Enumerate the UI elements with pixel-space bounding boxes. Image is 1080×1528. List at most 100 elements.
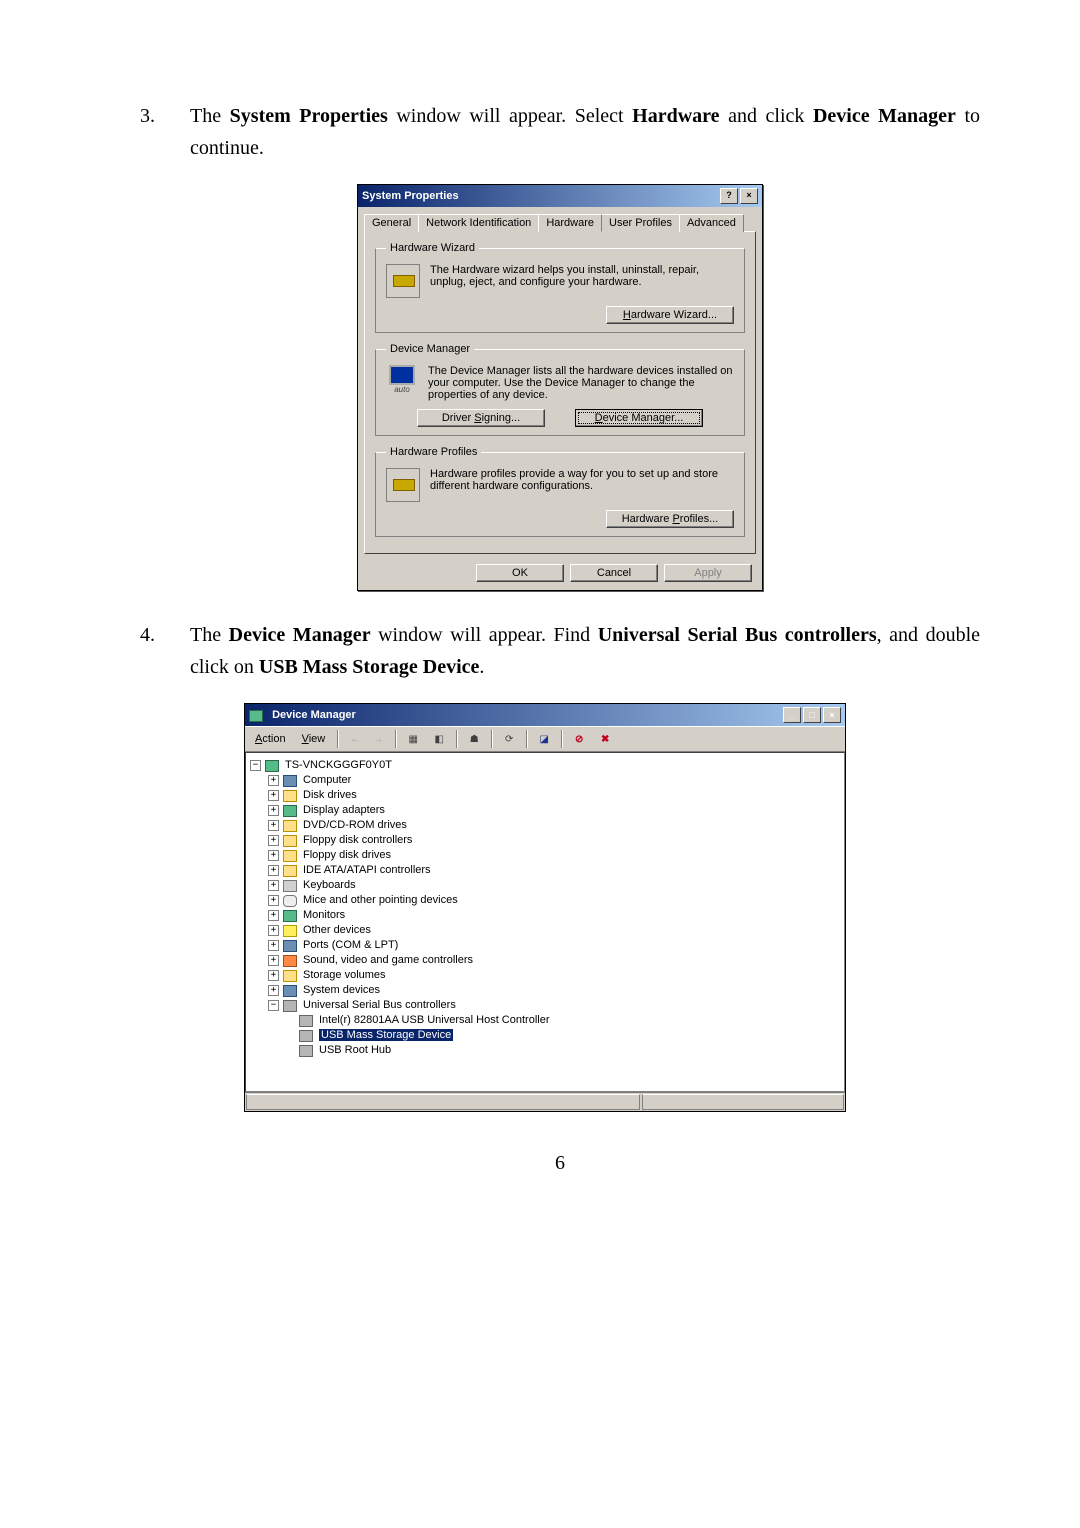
- node-label: Disk drives: [303, 789, 357, 801]
- node-label: Universal Serial Bus controllers: [303, 999, 456, 1011]
- maximize-button[interactable]: □: [803, 707, 821, 723]
- step-3-text: The System Properties window will appear…: [190, 100, 980, 164]
- text: window will appear. Find: [371, 624, 598, 646]
- tab-network[interactable]: Network Identification: [418, 214, 539, 232]
- device-category-icon: [283, 878, 299, 892]
- scan-icon[interactable]: ◪: [533, 729, 555, 749]
- computer-icon: [265, 758, 281, 772]
- close-button[interactable]: ×: [740, 188, 758, 204]
- root-label: TS-VNCKGGGF0Y0T: [285, 759, 392, 771]
- toolbar-icon[interactable]: ◧: [428, 729, 450, 749]
- tree-node[interactable]: +Floppy disk controllers: [250, 833, 840, 847]
- node-label: Keyboards: [303, 879, 356, 891]
- device-manager-icon: [249, 708, 265, 722]
- device-category-icon: [283, 848, 299, 862]
- tree-node-usb[interactable]: − Universal Serial Bus controllers: [250, 998, 840, 1012]
- tree-node[interactable]: +Display adapters: [250, 803, 840, 817]
- tree-node[interactable]: +Storage volumes: [250, 968, 840, 982]
- dialog-titlebar[interactable]: System Properties ? ×: [358, 185, 762, 207]
- window-titlebar[interactable]: Device Manager _ □ ×: [245, 704, 845, 726]
- minimize-button[interactable]: _: [783, 707, 801, 723]
- bold-text: Device Manager: [813, 105, 956, 127]
- legend: Device Manager: [386, 343, 474, 355]
- hardware-wizard-button[interactable]: Hardware Wizard...: [606, 306, 734, 324]
- ok-button[interactable]: OK: [476, 564, 564, 582]
- tree-node[interactable]: +Floppy disk drives: [250, 848, 840, 862]
- menu-action[interactable]: Action: [249, 731, 292, 747]
- usb-icon: [299, 1013, 315, 1027]
- properties-icon[interactable]: ☗: [463, 729, 485, 749]
- tabs: General Network Identification Hardware …: [364, 213, 756, 231]
- tree-leaf-selected[interactable]: USB Mass Storage Device: [250, 1028, 840, 1042]
- delete-icon[interactable]: ✖: [594, 729, 616, 749]
- tab-general[interactable]: General: [364, 214, 419, 232]
- node-label: IDE ATA/ATAPI controllers: [303, 864, 431, 876]
- step-4: 4. The Device Manager window will appear…: [140, 619, 980, 683]
- bold-text: Universal Serial Bus controllers: [598, 624, 877, 646]
- help-button[interactable]: ?: [720, 188, 738, 204]
- node-label: Monitors: [303, 909, 345, 921]
- tree-leaf[interactable]: USB Root Hub: [250, 1043, 840, 1057]
- node-label: DVD/CD-ROM drives: [303, 819, 407, 831]
- tree-node[interactable]: +IDE ATA/ATAPI controllers: [250, 863, 840, 877]
- tree-node[interactable]: +Monitors: [250, 908, 840, 922]
- tree-node[interactable]: +Ports (COM & LPT): [250, 938, 840, 952]
- device-category-icon: [283, 938, 299, 952]
- text: The: [190, 624, 229, 646]
- bold-text: Device Manager: [229, 624, 371, 646]
- forward-icon[interactable]: →: [367, 729, 389, 749]
- usb-icon: [299, 1028, 315, 1042]
- back-icon[interactable]: ←: [344, 729, 366, 749]
- toolbar: Action View ← → ▦ ◧ ☗ ⟳ ◪ ⊘ ✖: [245, 726, 845, 752]
- toolbar-icon[interactable]: ▦: [402, 729, 424, 749]
- menu-view[interactable]: View: [296, 731, 332, 747]
- text: The: [190, 105, 230, 127]
- legend: Hardware Profiles: [386, 446, 481, 458]
- tree-node[interactable]: +System devices: [250, 983, 840, 997]
- tab-advanced[interactable]: Advanced: [679, 214, 744, 232]
- tree-node[interactable]: +DVD/CD-ROM drives: [250, 818, 840, 832]
- tree-node[interactable]: +Computer: [250, 773, 840, 787]
- usb-controller-icon: [283, 998, 299, 1012]
- close-button[interactable]: ×: [823, 707, 841, 723]
- hw-wizard-desc: The Hardware wizard helps you install, u…: [430, 264, 734, 298]
- device-category-icon: [283, 968, 299, 982]
- cancel-button[interactable]: Cancel: [570, 564, 658, 582]
- bold-text: USB Mass Storage Device: [259, 656, 480, 678]
- tree-node[interactable]: +Sound, video and game controllers: [250, 953, 840, 967]
- tree-node[interactable]: +Other devices: [250, 923, 840, 937]
- tree-leaf[interactable]: Intel(r) 82801AA USB Universal Host Cont…: [250, 1013, 840, 1027]
- device-manager-button[interactable]: Device Manager...: [575, 409, 703, 427]
- usb-icon: [299, 1043, 315, 1057]
- driver-signing-button[interactable]: Driver Signing...: [417, 409, 545, 427]
- leaf-label: Intel(r) 82801AA USB Universal Host Cont…: [319, 1014, 549, 1026]
- page-number: 6: [140, 1152, 980, 1175]
- statusbar: [245, 1092, 845, 1111]
- node-label: Sound, video and game controllers: [303, 954, 473, 966]
- device-category-icon: [283, 953, 299, 967]
- leaf-label: USB Root Hub: [319, 1044, 391, 1056]
- tree-root[interactable]: − TS-VNCKGGGF0Y0T: [250, 758, 840, 772]
- device-category-icon: [283, 788, 299, 802]
- hardware-profiles-button[interactable]: Hardware Profiles...: [606, 510, 734, 528]
- device-category-icon: [283, 983, 299, 997]
- device-manager-icon: auto: [386, 365, 418, 397]
- apply-button[interactable]: Apply: [664, 564, 752, 582]
- dialog-title: System Properties: [362, 190, 459, 202]
- leaf-label: USB Mass Storage Device: [319, 1029, 453, 1041]
- tab-hardware[interactable]: Hardware: [538, 214, 602, 232]
- device-category-icon: [283, 803, 299, 817]
- tab-user-profiles[interactable]: User Profiles: [601, 214, 680, 232]
- tree-node[interactable]: +Mice and other pointing devices: [250, 893, 840, 907]
- node-label: Other devices: [303, 924, 371, 936]
- step-4-text: The Device Manager window will appear. F…: [190, 619, 980, 683]
- node-label: Display adapters: [303, 804, 385, 816]
- step-number: 4.: [140, 619, 190, 683]
- tree-node[interactable]: +Disk drives: [250, 788, 840, 802]
- device-tree[interactable]: − TS-VNCKGGGF0Y0T +Computer+Disk drives+…: [245, 752, 845, 1092]
- tree-node[interactable]: +Keyboards: [250, 878, 840, 892]
- status-cell: [642, 1094, 844, 1110]
- remove-icon[interactable]: ⊘: [568, 729, 590, 749]
- refresh-icon[interactable]: ⟳: [498, 729, 520, 749]
- step-number: 3.: [140, 100, 190, 164]
